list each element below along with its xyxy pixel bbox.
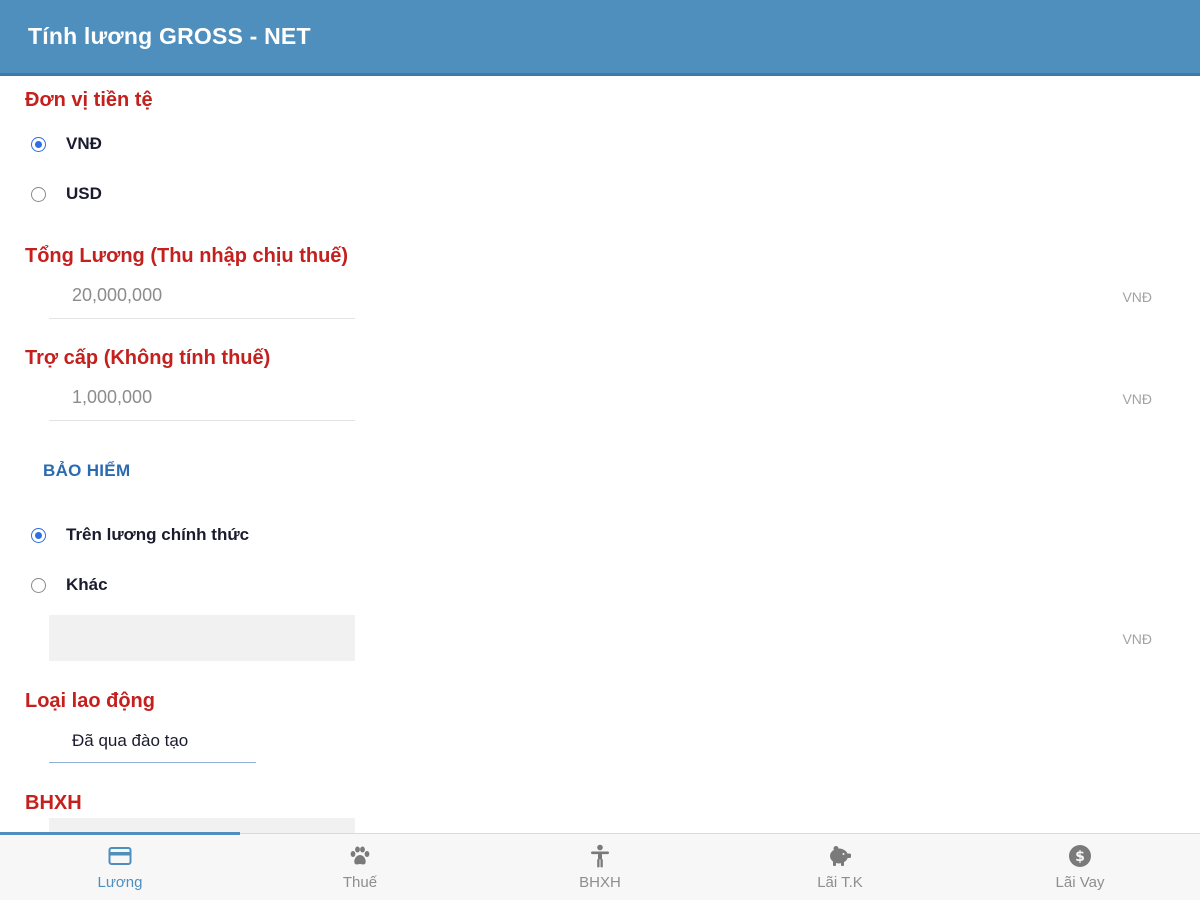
allowance-input[interactable]: 1,000,000: [49, 375, 355, 421]
dollar-coin-icon: $: [1067, 843, 1093, 869]
bhxh-input[interactable]: [49, 818, 355, 833]
tab-label: Lương: [97, 874, 143, 891]
salary-form: Đơn vị tiền tệ VNĐ USD Tổng Lương (Thu n…: [0, 76, 1200, 833]
bhxh-title: BHXH: [25, 792, 82, 814]
tab-tax[interactable]: Thuế: [240, 834, 480, 900]
radio-unchecked-icon[interactable]: [31, 577, 46, 593]
insurance-option-other[interactable]: Khác: [31, 573, 108, 597]
insurance-option-label: Khác: [66, 575, 108, 594]
labor-type-title: Loại lao động: [25, 690, 155, 712]
tab-label: Lãi Vay: [1055, 874, 1105, 891]
radio-checked-icon[interactable]: [31, 527, 46, 543]
currency-option-label: VNĐ: [66, 134, 102, 153]
gross-salary-input[interactable]: 20,000,000: [49, 273, 355, 319]
insurance-option-official[interactable]: Trên lương chính thức: [31, 523, 249, 547]
gross-salary-unit: VNĐ: [1122, 289, 1152, 305]
app-header: Tính lương GROSS - NET: [0, 0, 1200, 76]
person-icon: [587, 843, 613, 869]
insurance-tab-label[interactable]: BẢO HIỂM: [43, 461, 130, 481]
insurance-other-unit: VNĐ: [1122, 631, 1152, 647]
tab-label: BHXH: [579, 874, 621, 891]
svg-text:$: $: [1075, 849, 1085, 865]
allowance-title: Trợ cấp (Không tính thuế): [25, 347, 271, 369]
bottom-tab-bar: Lương Thuế BHXH Lãi T.K $ Lãi Vay: [0, 832, 1200, 900]
card-icon: [107, 843, 133, 869]
currency-section-title: Đơn vị tiền tệ: [25, 89, 153, 111]
tab-label: Lãi T.K: [817, 874, 863, 891]
radio-checked-icon[interactable]: [31, 136, 46, 152]
page-title: Tính lương GROSS - NET: [28, 23, 311, 49]
piggy-bank-icon: [827, 843, 853, 869]
tab-label: Thuế: [342, 874, 378, 891]
tab-loan-interest[interactable]: $ Lãi Vay: [960, 834, 1200, 900]
labor-type-select[interactable]: Đã qua đào tạo: [49, 719, 256, 763]
tab-salary[interactable]: Lương: [0, 834, 240, 900]
allowance-unit: VNĐ: [1122, 391, 1152, 407]
insurance-other-input[interactable]: [49, 615, 355, 661]
insurance-option-label: Trên lương chính thức: [66, 525, 250, 544]
radio-unchecked-icon[interactable]: [31, 186, 46, 202]
active-tab-indicator: [0, 832, 240, 835]
tab-savings-interest[interactable]: Lãi T.K: [720, 834, 960, 900]
gross-salary-title: Tổng Lương (Thu nhập chịu thuế): [25, 245, 349, 267]
currency-option-usd[interactable]: USD: [31, 182, 102, 206]
currency-option-vnd[interactable]: VNĐ: [31, 132, 102, 156]
paw-icon: [347, 843, 373, 869]
currency-option-label: USD: [66, 184, 102, 203]
tab-bhxh[interactable]: BHXH: [480, 834, 720, 900]
